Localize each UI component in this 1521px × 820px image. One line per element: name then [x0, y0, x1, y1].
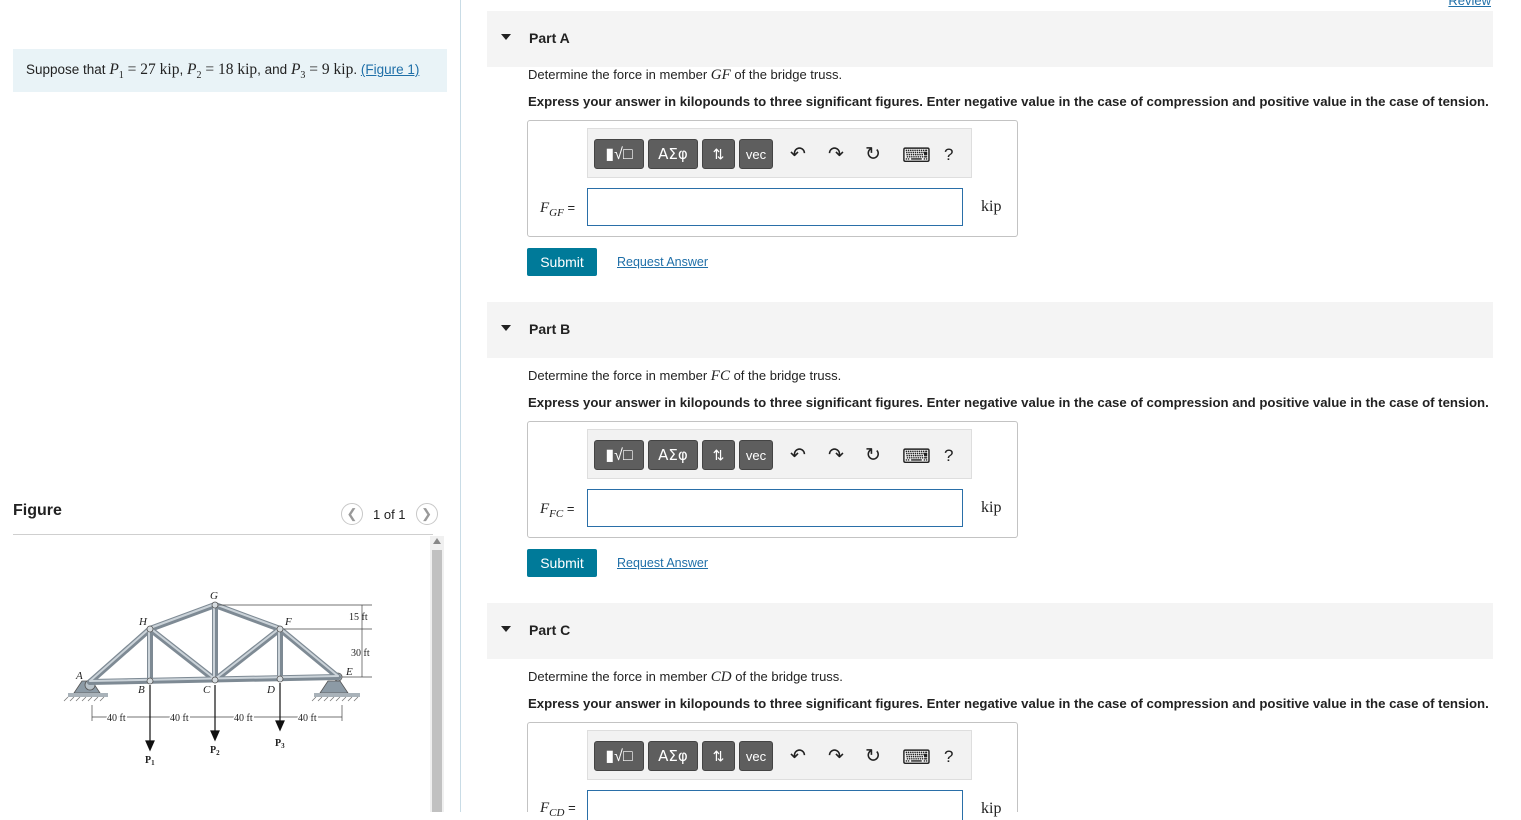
part-a-question: Determine the force in member GF of the …: [528, 67, 843, 83]
part-c-answer-box: ▮√□ ΑΣφ ⇅ vec ↶ ↷ ↻ ⌨ ? FCD = kip: [527, 722, 1018, 820]
review-link[interactable]: Review: [1448, 0, 1491, 8]
label-A: A: [75, 670, 83, 682]
vector-button[interactable]: vec: [739, 139, 773, 169]
load-P2: P2: [210, 745, 220, 757]
chevron-left-icon: ❮: [346, 506, 358, 521]
greek-symbols-button[interactable]: ΑΣφ: [648, 741, 698, 771]
dim-30ft: 30 ft: [351, 648, 370, 659]
label-C: C: [203, 684, 211, 696]
scroll-up-icon[interactable]: [433, 538, 441, 544]
part-b-question: Determine the force in member FC of the …: [528, 368, 842, 384]
reset-icon[interactable]: ↻: [865, 444, 881, 467]
vector-button[interactable]: vec: [739, 741, 773, 771]
help-icon[interactable]: ?: [944, 747, 953, 767]
part-c-instructions: Express your answer in kilopounds to thr…: [528, 696, 1489, 711]
help-icon[interactable]: ?: [944, 145, 953, 165]
answer-input[interactable]: [587, 188, 963, 226]
keyboard-icon[interactable]: ⌨: [902, 444, 931, 469]
label-F: F: [284, 616, 292, 628]
p2-math: P2 = 18 kip: [187, 61, 258, 82]
answer-input[interactable]: [587, 790, 963, 820]
problem-statement: Suppose that P1 = 27 kip, P2 = 18 kip, a…: [13, 49, 447, 92]
part-b-answer-box: ▮√□ ΑΣφ ⇅ vec ↶ ↷ ↻ ⌨ ? FFC = kip: [527, 421, 1018, 538]
pager-count: 1 of 1: [373, 506, 406, 522]
answer-variable: FFC =: [540, 501, 575, 520]
collapse-triangle-icon[interactable]: [501, 325, 511, 331]
panel-divider: [460, 0, 461, 812]
prev-figure-button[interactable]: ❮: [341, 503, 363, 525]
truss-figure: A B C D E F G H 15 ft 30 ft 40 ft 40 ft …: [63, 590, 372, 767]
part-a-instructions: Express your answer in kilopounds to thr…: [528, 94, 1489, 109]
undo-icon[interactable]: ↶: [790, 745, 806, 768]
figure-title: Figure: [13, 502, 62, 519]
answer-input[interactable]: [587, 489, 963, 527]
greek-symbols-button[interactable]: ΑΣφ: [648, 440, 698, 470]
keyboard-icon[interactable]: ⌨: [902, 143, 931, 168]
label-E: E: [345, 666, 353, 678]
figure-link[interactable]: (Figure 1): [361, 62, 420, 77]
request-answer-link[interactable]: Request Answer: [617, 556, 708, 570]
part-title: Part A: [529, 30, 570, 46]
redo-icon[interactable]: ↷: [828, 444, 844, 467]
part-a-header[interactable]: Part A: [487, 11, 1493, 67]
scroll-thumb[interactable]: [432, 550, 442, 812]
load-P1: P1: [145, 755, 155, 767]
undo-icon[interactable]: ↶: [790, 444, 806, 467]
redo-icon[interactable]: ↷: [828, 143, 844, 166]
part-title: Part B: [529, 321, 571, 337]
submit-button[interactable]: Submit: [527, 248, 597, 276]
label-G: G: [210, 590, 218, 602]
answer-variable: FCD =: [540, 800, 576, 819]
arrows-button[interactable]: ⇅: [702, 440, 735, 470]
unit-label: kip: [981, 198, 1002, 215]
arrows-button[interactable]: ⇅: [702, 139, 735, 169]
dim-15ft: 15 ft: [349, 612, 368, 623]
submit-button[interactable]: Submit: [527, 549, 597, 577]
problem-prefix: Suppose that: [26, 62, 110, 77]
left-panel: Suppose that P1 = 27 kip, P2 = 18 kip, a…: [0, 0, 460, 812]
undo-icon[interactable]: ↶: [790, 143, 806, 166]
p3-math: P3 = 9 kip: [290, 61, 354, 82]
unit-label: kip: [981, 800, 1002, 817]
keyboard-icon[interactable]: ⌨: [902, 745, 931, 770]
part-b-header[interactable]: Part B: [487, 302, 1493, 358]
dim-span-4: 40 ft: [298, 713, 317, 724]
math-toolbar: ▮√□ ΑΣφ ⇅ vec ↶ ↷ ↻ ⌨ ?: [587, 128, 972, 178]
greek-symbols-button[interactable]: ΑΣφ: [648, 139, 698, 169]
part-a-answer-box: ▮√□ ΑΣφ ⇅ vec ↶ ↷ ↻ ⌨ ? FGF = kip: [527, 120, 1018, 237]
math-toolbar: ▮√□ ΑΣφ ⇅ vec ↶ ↷ ↻ ⌨ ?: [587, 429, 972, 479]
arrows-button[interactable]: ⇅: [702, 741, 735, 771]
next-figure-button[interactable]: ❯: [415, 503, 438, 525]
load-P3: P3: [275, 738, 285, 750]
chevron-right-icon: ❯: [421, 506, 432, 521]
templates-button[interactable]: ▮√□: [594, 741, 644, 771]
unit-label: kip: [981, 499, 1002, 516]
request-answer-link[interactable]: Request Answer: [617, 255, 708, 269]
redo-icon[interactable]: ↷: [828, 745, 844, 768]
label-H: H: [138, 616, 148, 628]
vector-button[interactable]: vec: [739, 440, 773, 470]
part-title: Part C: [529, 622, 571, 638]
dim-span-3: 40 ft: [234, 713, 253, 724]
label-B: B: [138, 684, 145, 696]
figure-pager: ❮ 1 of 1 ❯: [341, 503, 438, 525]
templates-button[interactable]: ▮√□: [594, 440, 644, 470]
math-toolbar: ▮√□ ΑΣφ ⇅ vec ↶ ↷ ↻ ⌨ ?: [587, 730, 972, 780]
part-c-question: Determine the force in member CD of the …: [528, 669, 843, 685]
p1-math: P1 = 27 kip: [109, 61, 180, 82]
help-icon[interactable]: ?: [944, 446, 953, 466]
collapse-triangle-icon[interactable]: [501, 626, 511, 632]
reset-icon[interactable]: ↻: [865, 745, 881, 768]
collapse-triangle-icon[interactable]: [501, 34, 511, 40]
label-D: D: [266, 684, 275, 696]
dim-span-1: 40 ft: [107, 713, 126, 724]
reset-icon[interactable]: ↻: [865, 143, 881, 166]
figure-divider: [13, 534, 433, 535]
part-c-header[interactable]: Part C: [487, 603, 1493, 659]
answer-variable: FGF =: [540, 200, 576, 219]
templates-button[interactable]: ▮√□: [594, 139, 644, 169]
part-b-instructions: Express your answer in kilopounds to thr…: [528, 395, 1489, 410]
dim-span-2: 40 ft: [170, 713, 189, 724]
figure-scrollbar[interactable]: [430, 536, 444, 812]
